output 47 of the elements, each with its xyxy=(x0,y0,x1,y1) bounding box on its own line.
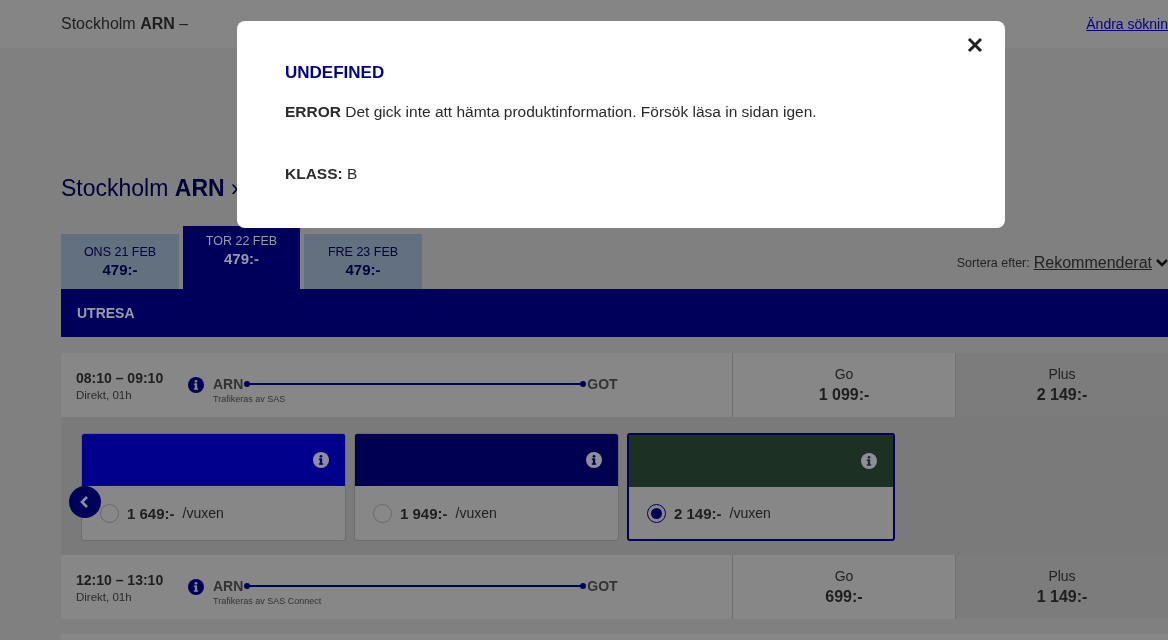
date-tab[interactable]: ONS 21 FEB 479:- xyxy=(61,234,179,289)
date-tab[interactable]: TOR 22 FEB 479:- xyxy=(183,226,300,289)
fare-card[interactable]: 1 949:- /vuxen xyxy=(354,433,619,541)
price-unit: /vuxen xyxy=(729,505,771,521)
fare-cell[interactable]: Plus 1 149:- xyxy=(955,555,1168,619)
airport-code: ARN xyxy=(213,376,244,392)
operator-text: Trafikeras av SAS xyxy=(213,394,287,404)
flight-row[interactable]: 08:10 – 09:10 Direkt, 01h ARN GOT Trafikeras av SAS Go 1 099:- Plus 2 149:- xyxy=(61,353,1168,417)
fare-card[interactable]: 2 149:- /vuxen xyxy=(627,433,895,541)
fare-cell[interactable]: Plus 2 149:- xyxy=(955,353,1168,417)
section-header: UTRESA xyxy=(61,289,1168,337)
change-search-link[interactable]: Ändra söknin xyxy=(1086,16,1168,32)
previous-button[interactable] xyxy=(69,486,101,518)
flight-duration: Direkt, 01h xyxy=(76,590,133,603)
chevron-down-icon[interactable] xyxy=(1156,259,1168,267)
class-text: KLASS: B xyxy=(285,165,359,183)
route-text: Stockholm ARN – xyxy=(61,15,189,33)
info-icon[interactable] xyxy=(586,452,602,468)
route-title: Stockholm ARN › xyxy=(61,175,240,201)
sort-dropdown[interactable]: Rekommenderat xyxy=(1033,254,1152,272)
info-icon[interactable] xyxy=(313,452,329,468)
radio-button[interactable] xyxy=(373,503,392,523)
flight-time: 08:10 – 09:10 xyxy=(76,369,165,386)
date-tab[interactable]: FRE 23 FEB 479:- xyxy=(304,234,422,289)
fare-card[interactable]: 1 649:- /vuxen xyxy=(81,433,346,541)
info-icon[interactable] xyxy=(188,377,204,393)
price-unit: /vuxen xyxy=(182,505,224,521)
airport-code: GOT xyxy=(587,578,618,594)
flight-row[interactable]: 12:10 – 13:10 Direkt, 01h ARN GOT Trafikeras av SAS Connect Go 699:- Plus 1 149:- xyxy=(61,555,1168,619)
flight-duration: Direkt, 01h xyxy=(76,388,133,401)
airport-code: ARN xyxy=(213,578,244,594)
error-message: ERROR Det gick inte att hämta produktinformation. Försök läsa in sidan igen. xyxy=(285,103,818,121)
chevron-left-icon xyxy=(79,495,91,509)
operator-text: Trafikeras av SAS Connect xyxy=(213,596,323,606)
fare-price: 2 149:- xyxy=(674,504,722,522)
radio-button[interactable] xyxy=(647,503,666,523)
info-icon[interactable] xyxy=(861,453,877,469)
fare-price: 1 949:- xyxy=(400,504,448,522)
info-icon[interactable] xyxy=(188,579,204,595)
sort-label: Sortera efter: xyxy=(956,256,1030,270)
close-button[interactable] xyxy=(967,37,983,53)
radio-button[interactable] xyxy=(100,503,119,523)
flight-time: 12:10 – 13:10 xyxy=(76,571,165,588)
dialog-title: UNDEFINED xyxy=(285,63,386,83)
price-unit: /vuxen xyxy=(455,505,497,521)
airport-code: GOT xyxy=(587,376,618,392)
fare-price: 1 649:- xyxy=(127,504,175,522)
